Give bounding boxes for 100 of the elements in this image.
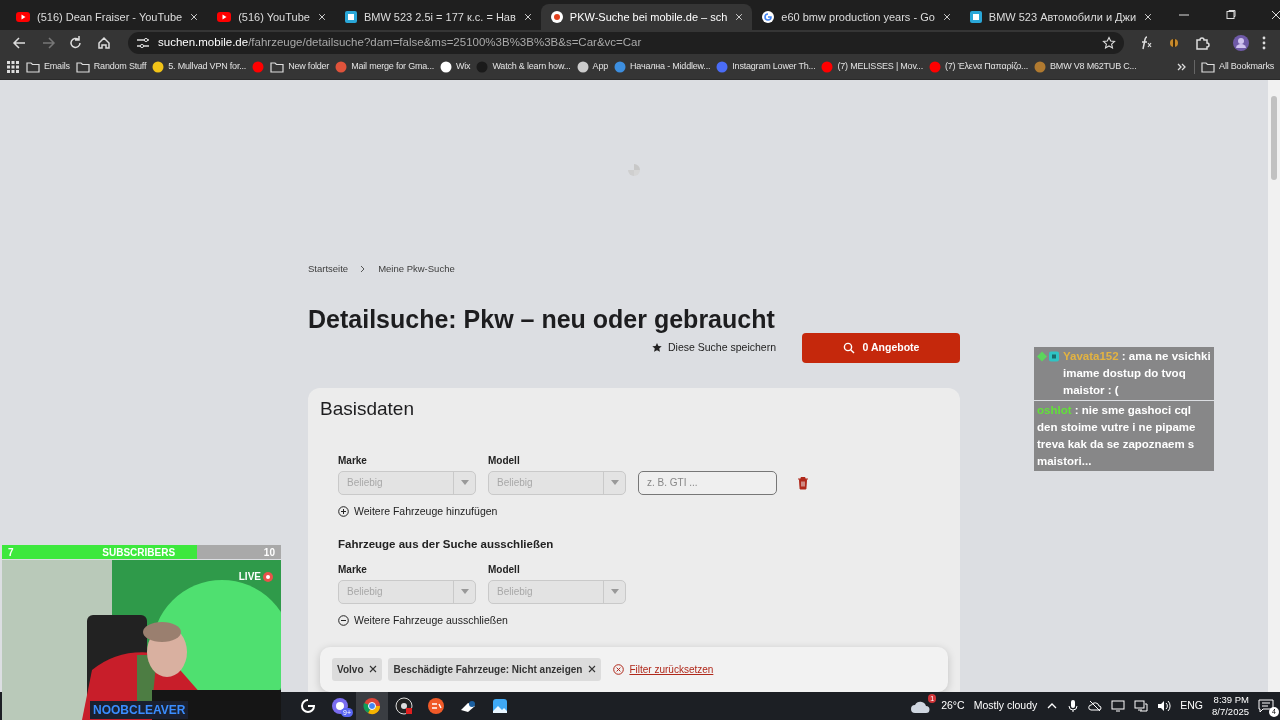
bookmark[interactable]: BMW V8 M62TUB C... — [1034, 60, 1137, 74]
app-icon — [490, 696, 510, 716]
google-icon — [762, 11, 775, 23]
reset-filters-link[interactable]: Filter zurücksetzen — [613, 661, 714, 677]
field-label: Marke — [338, 453, 368, 468]
plus-circle-icon — [338, 506, 349, 518]
bookmark[interactable]: New folder — [270, 60, 330, 74]
browser-tab[interactable]: e60 bmw production years - Go — [752, 4, 960, 30]
youtube-icon — [217, 12, 232, 22]
page-title: Detailsuche: Pkw – neu oder gebraucht — [308, 304, 776, 335]
remove-icon[interactable] — [369, 665, 378, 674]
site-info-icon[interactable] — [136, 36, 150, 49]
url-text: suchen.mobile.de/fahrzeuge/detailsuche?dam=false&ms=25100%3B%3B%3B&s=Car&vc=Car — [158, 34, 642, 50]
youtube-icon — [16, 12, 30, 22]
clear-icon — [613, 663, 625, 675]
microphone-icon[interactable] — [1067, 699, 1080, 713]
volume-icon[interactable] — [1157, 700, 1172, 712]
browser-tab[interactable]: (516) Dean Fraiser - YouTube — [6, 4, 208, 30]
goal-current: 7 — [8, 545, 14, 560]
site-icon — [344, 11, 357, 23]
site-icon — [969, 11, 982, 23]
tab-title: PKW-Suche bei mobile.de – sch — [569, 9, 728, 25]
close-icon[interactable] — [316, 12, 327, 22]
live-label: LIVE — [238, 570, 261, 584]
bookmark[interactable]: Random Stuff — [75, 60, 147, 74]
tab-title: (516) YouTube — [238, 9, 310, 25]
results-button[interactable]: 0 Angebote — [802, 333, 960, 363]
chat-message: Yavata152 : ama ne vsichki imame dostup do tvoq maistor : ( — [1063, 349, 1211, 398]
app-icon — [394, 696, 414, 716]
caret-icon — [610, 589, 619, 595]
folder-icon — [270, 60, 285, 74]
field-label: Modell — [488, 562, 521, 577]
remove-icon[interactable] — [588, 665, 597, 674]
bookmark[interactable]: App — [576, 60, 609, 74]
close-icon[interactable] — [941, 12, 952, 22]
browser-tab[interactable]: BMW 523 Автомобили и Джи — [959, 4, 1162, 30]
tab-title: BMW 523 2.5i = 177 к.с. = Нав — [363, 9, 516, 25]
filter-chip[interactable]: Beschädigte Fahrzeuge: Nicht anzeigen — [388, 657, 602, 681]
address-bar[interactable]: suchen.mobile.de/fahrzeuge/detailsuche?dam=false&ms=25100%3B%3B%3B&s=Car&vc=Car — [128, 31, 1124, 54]
breadcrumb-link[interactable]: Meine Pkw-Suche — [378, 261, 455, 277]
save-search-link[interactable]: Diese Suche speichern — [651, 340, 776, 356]
trash-icon[interactable] — [797, 475, 809, 490]
bookmark[interactable]: Emails — [26, 60, 70, 74]
language-indicator[interactable]: ENG — [1180, 698, 1203, 714]
app-icon — [362, 696, 382, 716]
section-heading: Fahrzeuge aus der Suche ausschließen — [338, 536, 555, 552]
bookmark[interactable]: All Bookmarks — [1201, 60, 1274, 74]
search-icon — [842, 342, 855, 354]
browser-tab[interactable]: BMW 523 2.5i = 177 к.с. = Нав — [334, 4, 541, 30]
close-icon[interactable] — [522, 12, 533, 22]
close-icon[interactable] — [734, 12, 745, 22]
close-icon[interactable] — [1143, 12, 1154, 22]
star-icon — [651, 342, 663, 354]
record-icon — [263, 571, 273, 582]
caret-icon — [460, 589, 469, 595]
scrollbar[interactable] — [1268, 80, 1280, 692]
chat-message: oshlot : nie sme gashoci cql den stoime vutre i ne pipame treva kak da se zapoznaem s maistori... — [1037, 403, 1197, 469]
caret-icon — [460, 480, 469, 486]
app-icon — [426, 696, 446, 716]
caret-icon — [610, 480, 619, 486]
folder-icon — [75, 60, 90, 74]
browser-tab[interactable]: PKW-Suche bei mobile.de – sch — [540, 4, 753, 30]
bookmark[interactable]: Instagram Lower Th... — [716, 60, 816, 74]
field-label: Marke — [338, 562, 368, 577]
section-title: Basisdaten — [320, 398, 415, 421]
chevron-icon — [360, 265, 367, 273]
browser-tab[interactable]: (516) YouTube — [207, 4, 335, 30]
breadcrumb-link[interactable]: Startseite — [308, 261, 349, 277]
goal-label: SUBSCRIBERS — [102, 545, 176, 560]
bookmark[interactable]: Wix — [440, 60, 471, 74]
tab-title: BMW 523 Автомобили и Джи — [988, 9, 1137, 25]
bookmark[interactable] — [252, 61, 265, 73]
clock-date[interactable]: 8/7/2025 — [1212, 706, 1249, 718]
display-icon[interactable] — [1111, 700, 1126, 712]
close-icon[interactable] — [189, 12, 200, 22]
app-icon — [330, 696, 350, 716]
notification-icon[interactable] — [1258, 699, 1274, 713]
goal-target: 10 — [263, 545, 275, 560]
weather-text[interactable]: Mostly cloudy — [973, 698, 1038, 714]
tab-title: e60 bmw production years - Go — [781, 9, 935, 25]
star-icon[interactable] — [1102, 35, 1116, 50]
cloud-off-icon[interactable] — [1088, 700, 1103, 712]
temperature[interactable]: 26°C — [941, 698, 965, 714]
site-icon — [550, 11, 563, 23]
bookmark[interactable]: Watch & learn how... — [476, 60, 571, 74]
loading-icon — [627, 163, 641, 177]
bookmark[interactable]: Начална - Middlew... — [614, 60, 711, 74]
minus-circle-icon — [338, 615, 349, 627]
bookmark[interactable]: (7) MELISSES | Mov... — [821, 60, 923, 74]
bookmark[interactable]: 5. Mullvad VPN for... — [152, 60, 247, 74]
bookmark[interactable]: Mail merge for Gma... — [335, 60, 434, 74]
app-icon — [298, 696, 318, 716]
clock-time[interactable]: 8:39 PM — [1213, 694, 1249, 706]
folder-icon — [26, 60, 40, 74]
network-icon[interactable] — [1134, 700, 1149, 712]
apps-icon[interactable] — [6, 60, 20, 74]
streamer-name: NOOBCLEAVER — [90, 701, 189, 719]
bookmark[interactable]: (7) Έλενα Παπαρίζο... — [928, 60, 1029, 74]
taskbar-app[interactable] — [356, 692, 388, 720]
filter-chip[interactable]: Volvo — [332, 657, 383, 681]
